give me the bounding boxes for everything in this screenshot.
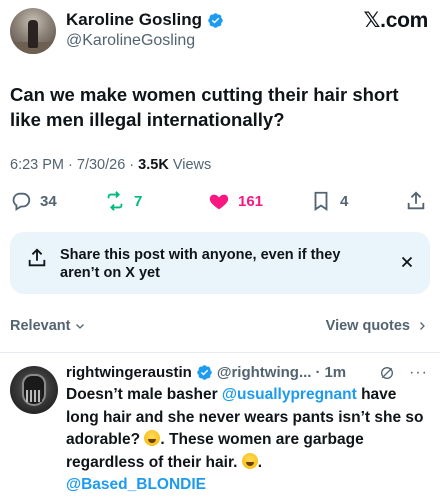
views-count: 3.5K — [138, 157, 169, 173]
post-header: Karoline Gosling @KarolineGosling 𝕏.com — [0, 0, 440, 70]
reply-button[interactable]: 34 — [10, 186, 57, 216]
repost-button[interactable]: 7 — [104, 186, 142, 216]
bookmark-button[interactable]: 4 — [310, 186, 348, 216]
views-label: Views — [172, 157, 212, 173]
avatar-figure — [28, 20, 38, 48]
chevron-down-icon — [76, 324, 85, 329]
divider — [0, 352, 440, 353]
post-time[interactable]: 6:23 PM — [10, 157, 64, 173]
grok-icon[interactable] — [379, 365, 395, 381]
x-logo-icon: 𝕏 — [363, 8, 381, 32]
reply-text-part: Doesn’t male basher — [66, 386, 222, 403]
reply-menu: ··· — [379, 364, 428, 382]
avatar-grill — [26, 390, 42, 402]
view-quotes-link[interactable]: View quotes — [326, 318, 428, 334]
bookmark-icon — [314, 191, 328, 211]
author-avatar[interactable] — [10, 8, 56, 54]
post-actions: 34 7 161 4 — [0, 186, 440, 216]
share-icon — [407, 191, 425, 210]
x-com-label: 𝕏.com — [363, 8, 429, 33]
laughing-emoji-icon — [144, 430, 161, 446]
mention-link[interactable]: @Based_BLONDIE — [66, 476, 206, 493]
site-label: .com — [380, 9, 428, 32]
reply-icon — [12, 192, 31, 211]
replies-sort-row: Relevant View quotes — [0, 316, 440, 338]
like-button[interactable]: 161 — [208, 186, 263, 216]
heart-icon — [209, 194, 229, 210]
view-quotes-label: View quotes — [325, 318, 410, 334]
reply-text-part: . — [257, 453, 263, 471]
post-text: Can we make women cutting their hair sho… — [10, 84, 399, 130]
share-banner-text: Share this post with anyone, even if the… — [60, 247, 341, 281]
verified-badge-icon — [208, 12, 223, 28]
reply-header: rightwingeraustin @rightwing... · 1m — [66, 364, 346, 381]
reply-item[interactable]: rightwingeraustin @rightwing... · 1m ··· D… — [0, 362, 440, 500]
post-date[interactable]: 7/30/26 — [77, 157, 125, 173]
mention-link[interactable]: @usuallypregnant — [222, 386, 357, 403]
laughing-emoji-icon — [241, 452, 258, 469]
bookmark-count: 4 — [340, 192, 349, 210]
reply-author-name[interactable]: rightwingeraustin — [66, 364, 192, 381]
reply-count: 34 — [40, 192, 57, 210]
meta-separator: · — [64, 157, 77, 173]
post-meta: 6:23 PM · 7/30/26 · 3.5K Views — [10, 157, 211, 173]
close-icon[interactable] — [398, 253, 416, 271]
more-icon[interactable]: ··· — [409, 364, 428, 382]
chevron-right-icon — [420, 322, 425, 330]
share-icon — [28, 248, 46, 267]
reply-time[interactable]: 1m — [324, 364, 346, 381]
reply-time-separator: · — [315, 364, 321, 381]
reply-author-handle[interactable]: @rightwing... — [217, 364, 312, 381]
meta-separator: · — [125, 157, 139, 173]
like-count: 161 — [238, 192, 264, 210]
author-name-row: Karoline Gosling — [66, 10, 224, 30]
repost-icon — [107, 191, 123, 211]
sort-label: Relevant — [10, 318, 71, 334]
repost-count: 7 — [134, 192, 143, 210]
share-banner[interactable]: Share this post with anyone, even if the… — [10, 232, 430, 294]
author-handle[interactable]: @KarolineGosling — [66, 32, 195, 50]
sort-dropdown[interactable]: Relevant — [10, 318, 86, 334]
author-name[interactable]: Karoline Gosling — [66, 10, 202, 30]
share-button[interactable] — [405, 186, 427, 216]
verified-badge-icon — [197, 365, 212, 380]
reply-avatar[interactable] — [10, 366, 58, 414]
reply-text: Doesn’t male basher @usuallypregnant hav… — [66, 384, 432, 497]
